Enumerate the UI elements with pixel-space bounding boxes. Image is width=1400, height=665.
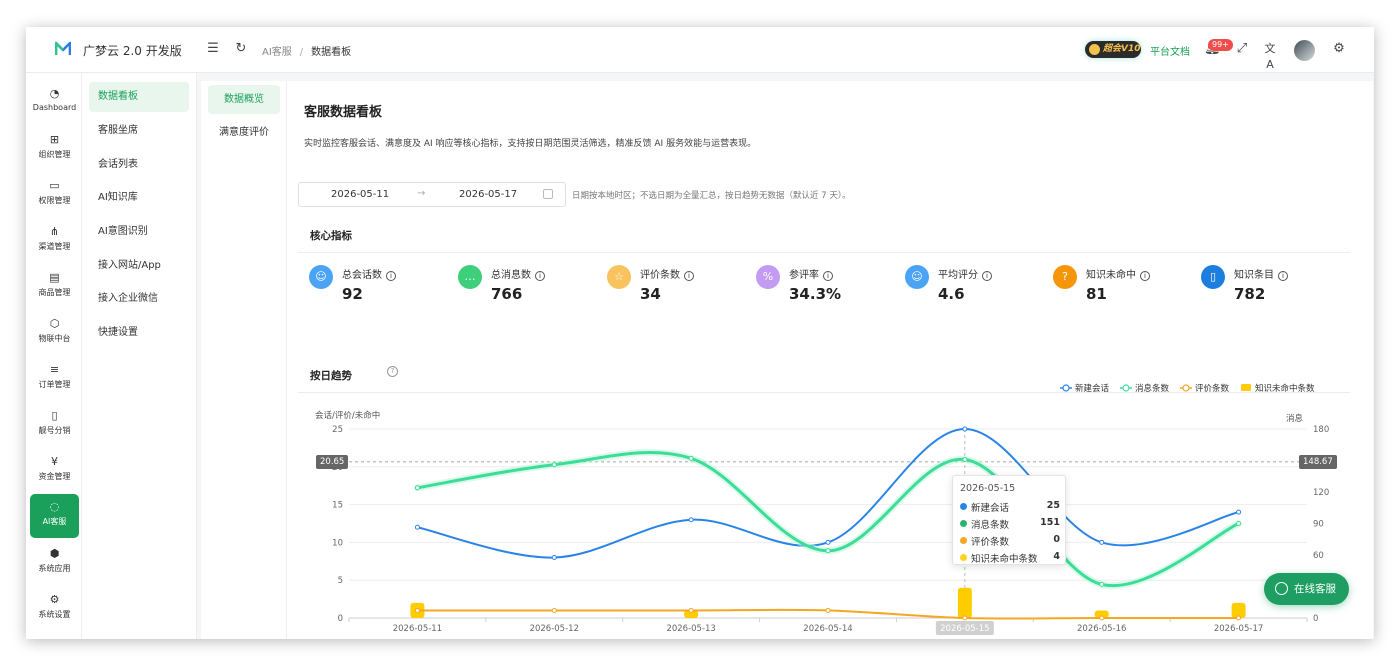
chat-bubble-icon <box>1275 582 1288 595</box>
tooltip-row-value: 25 <box>1046 500 1060 511</box>
x-tick-label: 2026-05-13 <box>666 624 715 634</box>
right-tick-label: 90 <box>1313 520 1324 530</box>
series-glow <box>413 449 1243 590</box>
axis-pointer-right-value: 148.67 <box>1299 455 1337 469</box>
chart-tooltip: 2026-05-15 新建会话 25 消息条数 151 评价条数 0 知识未命中条数 4 <box>952 475 1066 565</box>
legend-label: 评价条数 <box>1195 383 1230 394</box>
series-point <box>962 426 968 432</box>
left-axis-label: 会话/评价/未命中 <box>315 411 381 421</box>
right-tick-label: 0 <box>1313 614 1318 624</box>
tooltip-title: 2026-05-15 <box>960 483 1016 494</box>
left-tick-label: 5 <box>338 576 343 586</box>
series-point <box>1099 539 1105 545</box>
trend-chart[interactable]: 051015202503060901201501802026-05-112026… <box>26 27 1374 639</box>
series-point <box>1236 521 1242 526</box>
dot-icon <box>960 554 967 561</box>
right-tick-label: 120 <box>1313 488 1329 498</box>
series-line <box>417 451 1240 588</box>
legend-label: 知识未命中条数 <box>1255 383 1315 394</box>
right-axis-label: 消息 <box>1286 414 1304 424</box>
app-window: 广梦云 2.0 开发版 ☰ ↻ AI客服/数据看板 超会V10 平台文档 🔔︎ … <box>26 27 1374 639</box>
series-point <box>825 607 831 613</box>
series-point <box>1099 615 1105 621</box>
legend-swatch-dot <box>1062 384 1070 392</box>
series-point <box>825 548 831 554</box>
tooltip-row-value: 151 <box>1040 517 1060 528</box>
legend-swatch-dot <box>1182 384 1190 392</box>
dot-icon <box>960 520 967 527</box>
series-point <box>551 555 557 561</box>
tooltip-row-value: 4 <box>1053 551 1060 562</box>
series-point <box>1236 509 1242 515</box>
x-tick-label: 2026-05-15 <box>940 624 989 634</box>
tooltip-row-name: 消息条数 <box>971 520 1010 531</box>
tooltip-row-name: 评价条数 <box>971 537 1010 548</box>
series-line <box>417 427 1239 559</box>
x-tick-label: 2026-05-11 <box>393 624 442 634</box>
series-point <box>1099 581 1105 587</box>
dot-icon <box>960 537 967 544</box>
tooltip-row: 评价条数 0 <box>960 534 1060 548</box>
tooltip-row: 新建会话 25 <box>960 500 1060 514</box>
x-tick-label: 2026-05-16 <box>1077 624 1126 634</box>
tooltip-row: 知识未命中条数 4 <box>960 551 1060 565</box>
series-point <box>414 607 420 613</box>
series-point <box>551 462 557 468</box>
dot-icon <box>960 503 967 510</box>
left-tick-label: 0 <box>338 614 343 624</box>
legend-label: 新建会话 <box>1075 383 1110 394</box>
series-point <box>825 539 831 545</box>
tooltip-row-value: 0 <box>1053 534 1060 545</box>
series-point <box>962 615 968 621</box>
x-tick-label: 2026-05-14 <box>803 624 852 634</box>
series-point <box>1236 615 1242 621</box>
tooltip-row-name: 知识未命中条数 <box>971 554 1038 565</box>
tooltip-row: 消息条数 151 <box>960 517 1060 531</box>
legend-label: 消息条数 <box>1135 383 1170 394</box>
tooltip-row-name: 新建会话 <box>971 503 1010 514</box>
legend-swatch <box>1241 384 1251 391</box>
series-point <box>414 485 420 491</box>
series-point <box>688 455 694 461</box>
left-tick-label: 10 <box>332 538 343 548</box>
series-point <box>688 517 694 523</box>
series-point <box>414 524 420 530</box>
x-tick-label: 2026-05-12 <box>530 624 579 634</box>
axis-pointer-left-value: 20.65 <box>316 455 349 469</box>
right-tick-label: 180 <box>1313 425 1329 435</box>
series-point <box>688 607 694 613</box>
bar-knowledge-miss <box>957 587 972 618</box>
legend-swatch-dot <box>1122 384 1130 392</box>
online-service-label: 在线客服 <box>1294 583 1336 595</box>
x-tick-label: 2026-05-17 <box>1214 624 1263 634</box>
series-point <box>551 607 557 613</box>
right-tick-label: 60 <box>1313 551 1324 561</box>
left-tick-label: 15 <box>332 501 343 511</box>
online-service-button[interactable]: 在线客服 <box>1264 573 1349 605</box>
left-tick-label: 25 <box>332 425 343 435</box>
series-point <box>962 456 968 462</box>
